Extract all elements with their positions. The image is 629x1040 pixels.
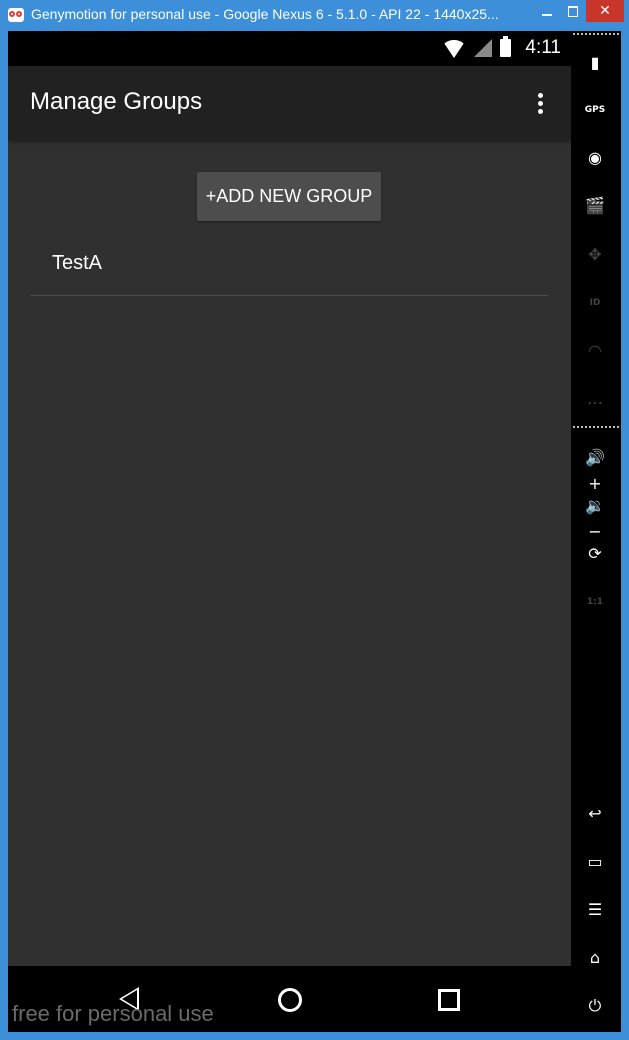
group-name: TestA [52,252,103,274]
home-nav-icon[interactable] [278,988,302,1012]
gps-icon[interactable]: GPS [582,97,608,123]
recent-apps-icon[interactable]: ▭ [582,849,608,875]
maximize-button[interactable] [560,0,586,22]
add-new-group-button[interactable]: +ADD NEW GROUP [197,172,381,221]
home-icon[interactable]: ⌂ [582,945,608,971]
power-icon[interactable]: ⏻ [582,993,608,1019]
cell-signal-icon [474,39,493,57]
menu-icon[interactable]: ☰ [582,897,608,923]
list-item[interactable]: TestA [30,231,549,296]
sms-icon[interactable]: … [582,386,608,412]
battery-charging-icon [500,36,512,57]
recents-nav-icon[interactable] [438,989,460,1011]
network-icon[interactable]: ◠ [582,338,608,364]
volume-down-icon[interactable]: 🔉− [582,493,608,541]
close-button[interactable]: ✕ [586,0,624,22]
dpad-icon[interactable]: ✥ [582,242,608,268]
status-bar: 4:11 [8,31,571,66]
media-clapper-icon[interactable]: 🎬 [582,193,608,219]
device-screen: 4:11 Manage Groups +ADD NEW GROUP TestA [8,31,571,1032]
scale-icon[interactable]: 1:1 [582,589,608,615]
minimize-button[interactable] [534,0,560,22]
status-clock: 4:11 [525,37,561,58]
window-title: Genymotion for personal use - Google Nex… [31,6,499,22]
back-icon[interactable]: ↩ [582,801,608,827]
emulator-window: Genymotion for personal use - Google Nex… [0,0,629,1040]
page-title: Manage Groups [30,88,203,115]
genymotion-logo-icon [8,8,24,22]
emulator-sidebar: ▮ GPS ◉ 🎬 ✥ ID ◠ … 🔊+ 🔉− ⟳ 1:1 ↩ ▭ ☰ ⌂ ⏻ [571,31,621,1032]
overflow-menu-icon[interactable] [535,93,545,117]
watermark: free for personal use [12,1001,214,1026]
window-titlebar[interactable]: Genymotion for personal use - Google Nex… [0,0,629,31]
app-bar: Manage Groups [8,66,571,140]
volume-up-icon[interactable]: 🔊+ [582,445,608,493]
rotate-icon[interactable]: ⟳ [582,541,608,567]
wifi-icon [442,40,467,58]
device-id-icon[interactable]: ID [582,290,608,316]
battery-icon[interactable]: ▮ [582,50,608,76]
camera-icon[interactable]: ◉ [582,145,608,171]
